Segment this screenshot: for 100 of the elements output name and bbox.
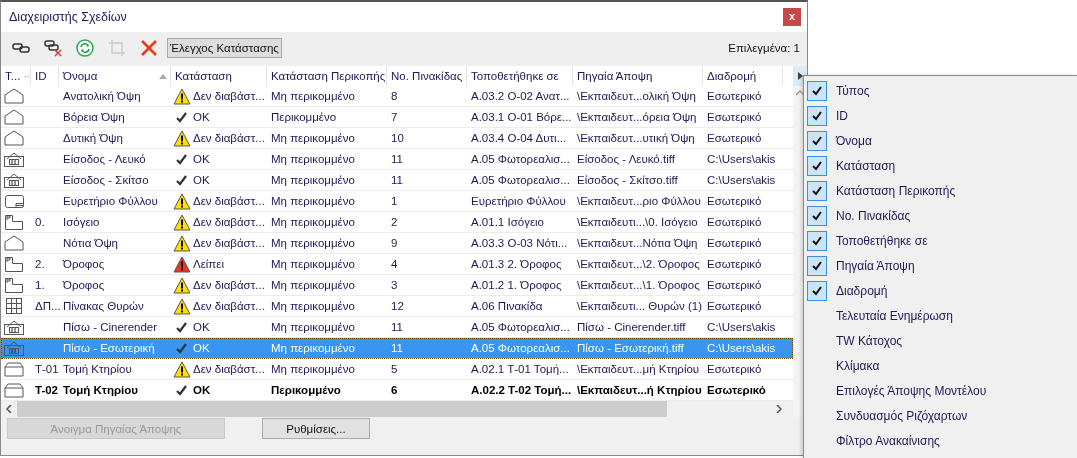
checkbox[interactable] (807, 230, 827, 251)
table-cell: 2. (35, 258, 45, 270)
table-cell-text: Α.01.1 Ισόγειο (470, 216, 545, 228)
table-cell-text: \Εκπαιδευτ...όρεια Όψη (576, 111, 698, 123)
table-cell-text: Εσωτερικό (706, 258, 763, 270)
checkbox[interactable] (807, 205, 827, 226)
table-cell-text: 8 (390, 90, 399, 102)
table-cell-text: Εσωτερικό (706, 363, 763, 375)
status-text: OK (193, 342, 210, 354)
dialog-button[interactable]: Ρυθμίσεις... (262, 418, 370, 439)
floor-plan-icon (3, 276, 25, 294)
horizontal-scrollbar[interactable] (1, 401, 793, 417)
table-cell-text: Εσωτερικό (706, 132, 763, 144)
table-cell-text: Μη περικομμένο (270, 153, 356, 165)
column-header[interactable]: Πηγαία Άποψη (573, 66, 703, 86)
table-row[interactable]: 1. Όροφος Δεν διαβάστ... Μη περικομμένο 3 Α.01.2 1. Όροφος \Εκπαιδευτ...\1. Όροφος Εσωτερικό (1, 275, 793, 296)
menu-item[interactable]: Συνδυασμός Ριζόχαρτων (804, 403, 1077, 428)
warning-icon (173, 297, 191, 315)
status-text: Δεν διαβάστ... (193, 195, 265, 207)
table-cell-text: C:\Users\akis (706, 174, 777, 186)
table-cell-text: \Εκπαιδευτ...ριο Φύλλου (576, 195, 702, 207)
menu-item[interactable]: Διαδρομή (804, 278, 1077, 303)
sheet-icon (3, 192, 25, 210)
table-cell-text: Μη περικομμένο (270, 279, 356, 291)
table-cell: 1. (35, 279, 45, 291)
table-row[interactable]: Ανατολική Όψη Δεν διαβάστ... Μη περικομμένο 8 Α.03.2 Ο-02 Ανατ... \Εκπαιδευτ...ολική Όψη Εσωτερικό (1, 86, 793, 107)
warning-icon (173, 87, 191, 105)
menu-item[interactable]: Κλίμακα (804, 353, 1077, 378)
table-cell-text: \Εκπαιδευτ...μή Κτηρίου (576, 363, 701, 375)
menu-item[interactable]: Τοποθετήθηκε σε (804, 228, 1077, 253)
column-header[interactable]: Τ... (1, 66, 31, 86)
status-text: Δεν διαβάστ... (193, 363, 265, 375)
check-status-button[interactable]: Έλεγχος Κατάστασης (167, 38, 282, 58)
table-cell-text: Ευρετήριο Φύλλου (470, 195, 567, 207)
checkbox[interactable] (807, 280, 827, 301)
table-cell-text: 3 (390, 279, 399, 291)
table-cell-text: C:\Users\akis (706, 342, 777, 354)
table-row[interactable]: 0. Ισόγειο Δεν διαβάστ... Μη περικομμένο 2 Α.01.1 Ισόγειο \Εκπαιδευτι...\0. Ισόγειο Εσωτερικό (1, 212, 793, 233)
checkbox[interactable] (807, 155, 827, 176)
status-text: Δεν διαβάστ... (193, 132, 265, 144)
menu-item[interactable]: Κατάσταση (804, 153, 1077, 178)
table-cell-text: Μη περικομμένο (270, 132, 356, 144)
table-cell-text: Εσωτερικό (706, 90, 763, 102)
column-header[interactable]: Κατάσταση Περικοπής (267, 66, 387, 86)
column-header[interactable]: Νο. Πινακίδας (387, 66, 467, 86)
checkbox[interactable] (807, 130, 827, 151)
checkbox[interactable] (807, 105, 827, 126)
menu-item[interactable]: ID (804, 103, 1077, 128)
column-header[interactable]: Όνομα (59, 66, 171, 86)
column-header[interactable]: Κατάσταση (171, 66, 267, 86)
table-cell-text: Πίσω - Εσωτερική.tiff (576, 342, 685, 354)
house-picture-icon (3, 339, 25, 357)
table-row[interactable]: 2. Όροφος Λείπει Μη περικομμένο 4 Α.01.3 2. Όροφος \Εκπαιδευτ...\2. Όροφος Εσωτερικό (1, 254, 793, 275)
menu-item[interactable]: Κατάσταση Περικοπής (804, 178, 1077, 203)
checkmark-icon (812, 185, 822, 196)
selection-count: Επιλεγμένα: 1 (728, 42, 801, 54)
table-cell-text: Βόρεια Όψη (62, 111, 126, 123)
menu-item[interactable]: Τελευταία Ενημέρωση (804, 303, 1077, 328)
checkbox[interactable] (807, 255, 827, 276)
menu-item[interactable]: Όνομα (804, 128, 1077, 153)
close-button[interactable]: x (783, 8, 801, 26)
table-row[interactable]: ΔΠ... Πίνακας Θυρών Δεν διαβάστ... Μη περικομμένο 12 Α.06 Πινακίδα \Εκπαιδευτι... Θυρών (1) Εσωτερικό (1, 296, 793, 317)
menu-item[interactable]: Φίλτρο Ανακαίνισης (804, 428, 1077, 453)
menu-item[interactable]: Τύπος (804, 78, 1077, 103)
checkbox[interactable] (807, 80, 827, 101)
table-row[interactable]: Ευρετήριο Φύλλου Δεν διαβάστ... Μη περικομμένο 1 Ευρετήριο Φύλλου \Εκπαιδευτ...ριο Φύλλου Εσωτερικό (1, 191, 793, 212)
menu-item[interactable]: Πηγαία Άποψη (804, 253, 1077, 278)
table-row[interactable]: Δυτική Όψη Δεν διαβάστ... Μη περικομμένο 10 Α.03.4 Ο-04 Δυτι... \Εκπαιδευτ...υτική Όψη Εσωτερικό (1, 128, 793, 149)
warning-icon (173, 276, 191, 294)
table-row[interactable]: Τ-01 Τομή Κτηρίου Δεν διαβάστ... Μη περικομμένο 5 Α.02.1 Τ-01 Τομή... \Εκπαιδευτ...μή Κτηρίου Εσωτερικό (1, 359, 793, 380)
table-cell-text: Α.01.3 2. Όροφος (470, 258, 563, 270)
crop-icon (107, 38, 127, 58)
table-row[interactable]: Βόρεια Όψη OK Περικομμένο 7 Α.03.1 Ο-01 Βόρε... \Εκπαιδευτ...όρεια Όψη Εσωτερικό (1, 107, 793, 128)
table-cell-text: Εσωτερικό (706, 384, 767, 396)
column-menu-arrow-icon (797, 72, 803, 80)
column-header[interactable]: Διαδρομή (703, 66, 783, 86)
table-cell-text: Πίσω - Εσωτερική (62, 342, 156, 354)
menu-item[interactable]: Νο. Πινακίδας (804, 203, 1077, 228)
table-cell-text: Πίσω - Cinerender.tiff (576, 321, 687, 333)
table-row[interactable]: Είσοδος - Σκίτσο OK Μη περικομμένο 11 Α.05 Φωτορεαλισ... Είσοδος - Σκίτσο.tiff C:\Users\akis (1, 170, 793, 191)
elevation-icon (3, 234, 25, 252)
checkmark-icon (812, 135, 822, 146)
table-cell-text: Είσοδος - Σκίτσο.tiff (576, 174, 679, 186)
table-cell-text: Όροφος (61, 258, 106, 270)
table-cell-text: 1 (390, 195, 399, 207)
table-row[interactable]: Νότια Όψη Δεν διαβάστ... Μη περικομμένο 9 Α.03.3 Ο-03 Νότι... \Εκπαιδευτ...Νότια Όψη Εσωτερικό (1, 233, 793, 254)
checkmark-icon (812, 235, 822, 246)
table-cell-text: Μη περικομμένο (270, 363, 356, 375)
menu-item[interactable]: TW Κάτοχος (804, 328, 1077, 353)
table-cell-text: Α.03.4 Ο-04 Δυτι... (470, 132, 568, 144)
table-cell-text: C:\Users\akis (706, 153, 777, 165)
table-cell-text: Τομή Κτηρίου (62, 384, 139, 396)
table-cell: Τ-02 (35, 384, 58, 396)
menu-item[interactable]: Επιλογές Άποψης Μοντέλου (804, 378, 1077, 403)
table-cell-text: Α.03.2 Ο-02 Ανατ... (470, 90, 571, 102)
column-header[interactable]: Τοποθετήθηκε σε (467, 66, 573, 86)
checkbox[interactable] (807, 180, 827, 201)
table-row[interactable]: Είσοδος - Λευκό OK Μη περικομμένο 11 Α.05 Φωτορεαλισ... Είσοδος - Λευκό.tiff C:\Users\akis (1, 149, 793, 170)
column-header[interactable]: ID (31, 66, 59, 86)
checkmark-icon (812, 285, 822, 296)
